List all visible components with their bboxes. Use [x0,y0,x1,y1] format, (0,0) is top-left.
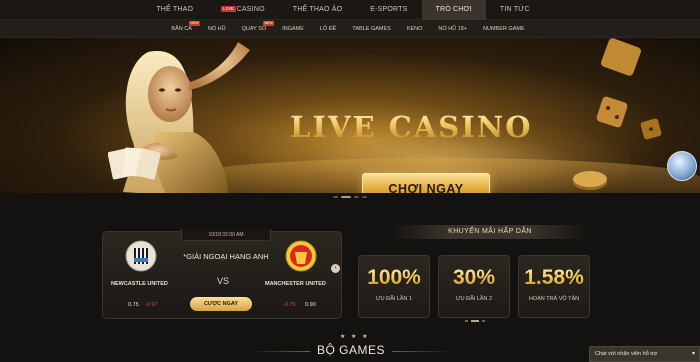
subnav-item-lo-de[interactable]: LÔ ĐỀ [312,20,345,38]
promo-label: ƯU ĐÃI LẦN 1 [375,296,413,302]
chevron-down-icon: ▾ [691,351,695,357]
promo-card[interactable]: 30% ƯU ĐÃI LẦN 2 [438,255,510,318]
games-stars: ★ ★ ★ [340,334,370,340]
promo-pagination [465,320,485,322]
pagination-dot[interactable] [482,320,485,322]
banner-pagination [0,196,700,198]
vs-label: VS [217,276,230,286]
pagination-dot[interactable] [465,320,468,322]
subnav-item-ingame[interactable]: INGAME [274,20,312,38]
play-now-button[interactable]: CHƠI NGAY [362,173,490,193]
pagination-dot[interactable] [362,196,367,198]
dice-icon [596,96,628,128]
tab-tin-tuc[interactable]: TIN TỨC [486,0,544,20]
subnav-item-keno[interactable]: KENO [399,20,431,38]
away-odd-2[interactable]: 0.90 [305,302,316,308]
dice-icon [640,118,662,140]
games-section-title: BỘ GAMES [316,343,385,357]
card-deck-graphic [601,38,641,76]
pagination-dot[interactable] [354,196,359,198]
new-badge: NEW [263,20,275,26]
away-odd-1[interactable]: -0.75 [283,302,296,308]
promo-label: HOÀN TRẢ VÔ TẬN [528,296,580,302]
match-time: 10/18 02:00 AM [181,229,271,241]
chip-icon [573,171,607,190]
playing-cards-graphic [108,147,161,180]
divider [250,351,310,352]
away-team-name: MANCHESTER UNITED [265,281,326,287]
tab-tro-choi[interactable]: TRÒ CHƠI [421,0,486,20]
subnav-label: QUAY SỐ [241,25,267,32]
subnav-item-no-hu-18[interactable]: NỔ HŨ 18+ [430,20,475,38]
chat-label: Chat với nhân viên hỗ trợ [595,351,658,357]
sub-navigation: BẮN CÁ NEW NỔ HŨ QUAY SỐ NEW INGAME LÔ ĐỀ … [0,20,700,38]
home-team-name: NEWCASTLE UNITED [111,281,168,287]
bet-now-button[interactable]: CƯỢC NGAY [190,297,252,311]
promo-value: 30% [439,266,509,290]
new-badge: NEW [188,20,200,26]
pagination-dot-active[interactable] [341,196,351,198]
home-odd-1[interactable]: 0.75 [128,302,139,308]
top-navigation: THỂ THAO LIVE CASINO THỂ THAO ẢO E-SPORTS… [0,0,700,20]
promo-card[interactable]: 1.58% HOÀN TRẢ VÔ TẬN [518,255,590,318]
man-united-crest-icon [285,240,317,272]
league-name: *GIẢI NGOẠI HẠNG ANH [183,252,269,261]
tab-casino[interactable]: LIVE CASINO [207,0,279,20]
live-badge: LIVE [221,6,236,13]
model-illustration [123,42,250,193]
pagination-dot[interactable] [333,196,338,198]
promo-card[interactable]: 100% ƯU ĐÃI LẦN 1 [358,255,430,318]
subnav-item-quay-so[interactable]: QUAY SỐ NEW [234,20,275,38]
newcastle-crest-icon [125,240,157,272]
floating-promo-logo[interactable] [667,151,697,181]
match-next-arrow[interactable]: › [331,264,340,273]
subnav-item-no-hu[interactable]: NỔ HŨ [200,20,234,38]
live-chat-button[interactable]: Chat với nhân viên hỗ trợ ▾ [589,346,700,362]
promo-value: 1.58% [519,266,589,290]
home-odd-2[interactable]: -0.97 [145,302,158,308]
subnav-item-ban-ca[interactable]: BẮN CÁ NEW [163,20,200,38]
tab-the-thao[interactable]: THỂ THAO [142,0,207,20]
banner-title: LIVE CASINO [290,110,533,144]
match-card: 10/18 02:00 AM *GIẢI NGOẠI HẠNG ANH VS N… [102,229,342,319]
promo-value: 100% [359,266,429,290]
promo-label: ƯU ĐÃI LẦN 2 [455,296,493,302]
subnav-item-table-games[interactable]: TABLE GAMES [344,20,398,38]
subnav-label: BẮN CÁ [171,25,192,32]
tab-the-thao-ao[interactable]: THỂ THAO ẢO [279,0,357,20]
divider [392,351,452,352]
tab-casino-label: CASINO [236,6,265,13]
subnav-item-number-game[interactable]: NUMBER GAME [475,20,533,38]
promotions-title: KHUYẾN MÃI HẤP DẪN [392,225,588,239]
pagination-dot-active[interactable] [471,320,479,322]
tab-e-sports[interactable]: E-SPORTS [356,0,421,20]
hero-banner[interactable]: LIVE CASINO CHƠI NGAY [0,38,700,193]
